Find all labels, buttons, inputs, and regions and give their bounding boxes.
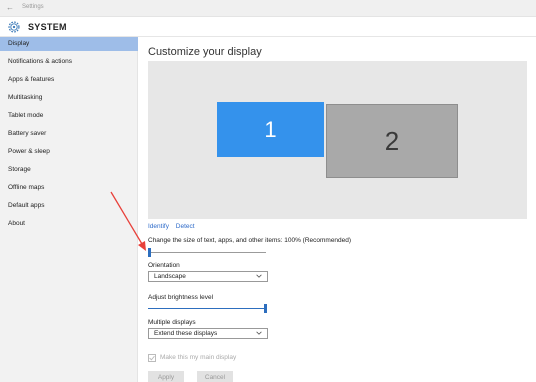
section-title: SYSTEM (28, 22, 67, 32)
apply-button[interactable]: Apply (148, 371, 184, 382)
display-arrangement-area: 1 2 (148, 61, 527, 219)
brightness-slider-thumb[interactable] (264, 304, 267, 313)
sidebar-item-label: Battery saver (8, 130, 47, 137)
sidebar-item-power-sleep[interactable]: Power & sleep (0, 145, 138, 159)
sidebar-item-label: Multitasking (8, 94, 43, 101)
multiple-displays-label: Multiple displays (148, 319, 196, 326)
sidebar: Display Notifications & actions Apps & f… (0, 37, 138, 382)
window-title: Settings (22, 4, 44, 10)
sidebar-item-label: Tablet mode (8, 112, 44, 119)
sidebar-item-storage[interactable]: Storage (0, 163, 138, 177)
app-header: SYSTEM (0, 17, 536, 37)
sidebar-item-multitasking[interactable]: Multitasking (0, 91, 138, 105)
chevron-down-icon (256, 274, 262, 278)
sidebar-item-label: Default apps (8, 202, 45, 209)
sidebar-item-label: About (8, 220, 25, 227)
sidebar-item-display[interactable]: Display (0, 37, 138, 51)
monitor-number: 1 (264, 116, 277, 142)
main-content: Customize your display 1 2 Identify Dete… (139, 37, 536, 382)
scale-slider-thumb[interactable] (148, 248, 151, 257)
brightness-label: Adjust brightness level (148, 294, 214, 301)
chevron-down-icon (256, 331, 262, 335)
sidebar-item-offline-maps[interactable]: Offline maps (0, 181, 138, 195)
sidebar-item-label: Display (8, 40, 30, 47)
main-display-checkbox-row: Make this my main display (148, 353, 236, 362)
back-arrow-icon[interactable]: ← (6, 3, 14, 12)
cancel-button[interactable]: Cancel (197, 371, 233, 382)
brightness-slider-track[interactable] (148, 308, 265, 309)
detect-link[interactable]: Detect (176, 223, 195, 230)
scale-label: Change the size of text, apps, and other… (148, 237, 352, 244)
main-display-checkbox-label: Make this my main display (160, 354, 237, 361)
monitor-2-tile[interactable]: 2 (326, 104, 458, 178)
display-links: Identify Detect (148, 223, 200, 230)
sidebar-item-label: Power & sleep (8, 148, 50, 155)
sidebar-item-tablet-mode[interactable]: Tablet mode (0, 109, 138, 123)
multiple-displays-value: Extend these displays (154, 330, 218, 337)
monitor-number: 2 (384, 125, 400, 156)
page-title: Customize your display (148, 46, 262, 58)
checkmark-icon (149, 355, 155, 360)
orientation-value: Landscape (154, 273, 186, 280)
orientation-label: Orientation (148, 262, 180, 269)
sidebar-item-apps-features[interactable]: Apps & features (0, 73, 138, 87)
scale-slider-track[interactable] (148, 252, 266, 253)
sidebar-item-notifications[interactable]: Notifications & actions (0, 55, 138, 69)
multiple-displays-dropdown[interactable]: Extend these displays (148, 328, 268, 339)
sidebar-item-label: Offline maps (8, 184, 45, 191)
gear-icon (8, 21, 20, 33)
orientation-dropdown[interactable]: Landscape (148, 271, 268, 282)
sidebar-item-label: Storage (8, 166, 31, 173)
main-display-checkbox[interactable] (148, 353, 156, 362)
sidebar-item-label: Apps & features (8, 76, 55, 83)
sidebar-item-label: Notifications & actions (8, 58, 72, 65)
identify-link[interactable]: Identify (148, 223, 169, 230)
sidebar-item-battery-saver[interactable]: Battery saver (0, 127, 138, 141)
title-bar: ← Settings (0, 0, 536, 17)
sidebar-item-about[interactable]: About (0, 217, 138, 231)
sidebar-item-default-apps[interactable]: Default apps (0, 199, 138, 213)
monitor-1-tile[interactable]: 1 (217, 102, 324, 157)
